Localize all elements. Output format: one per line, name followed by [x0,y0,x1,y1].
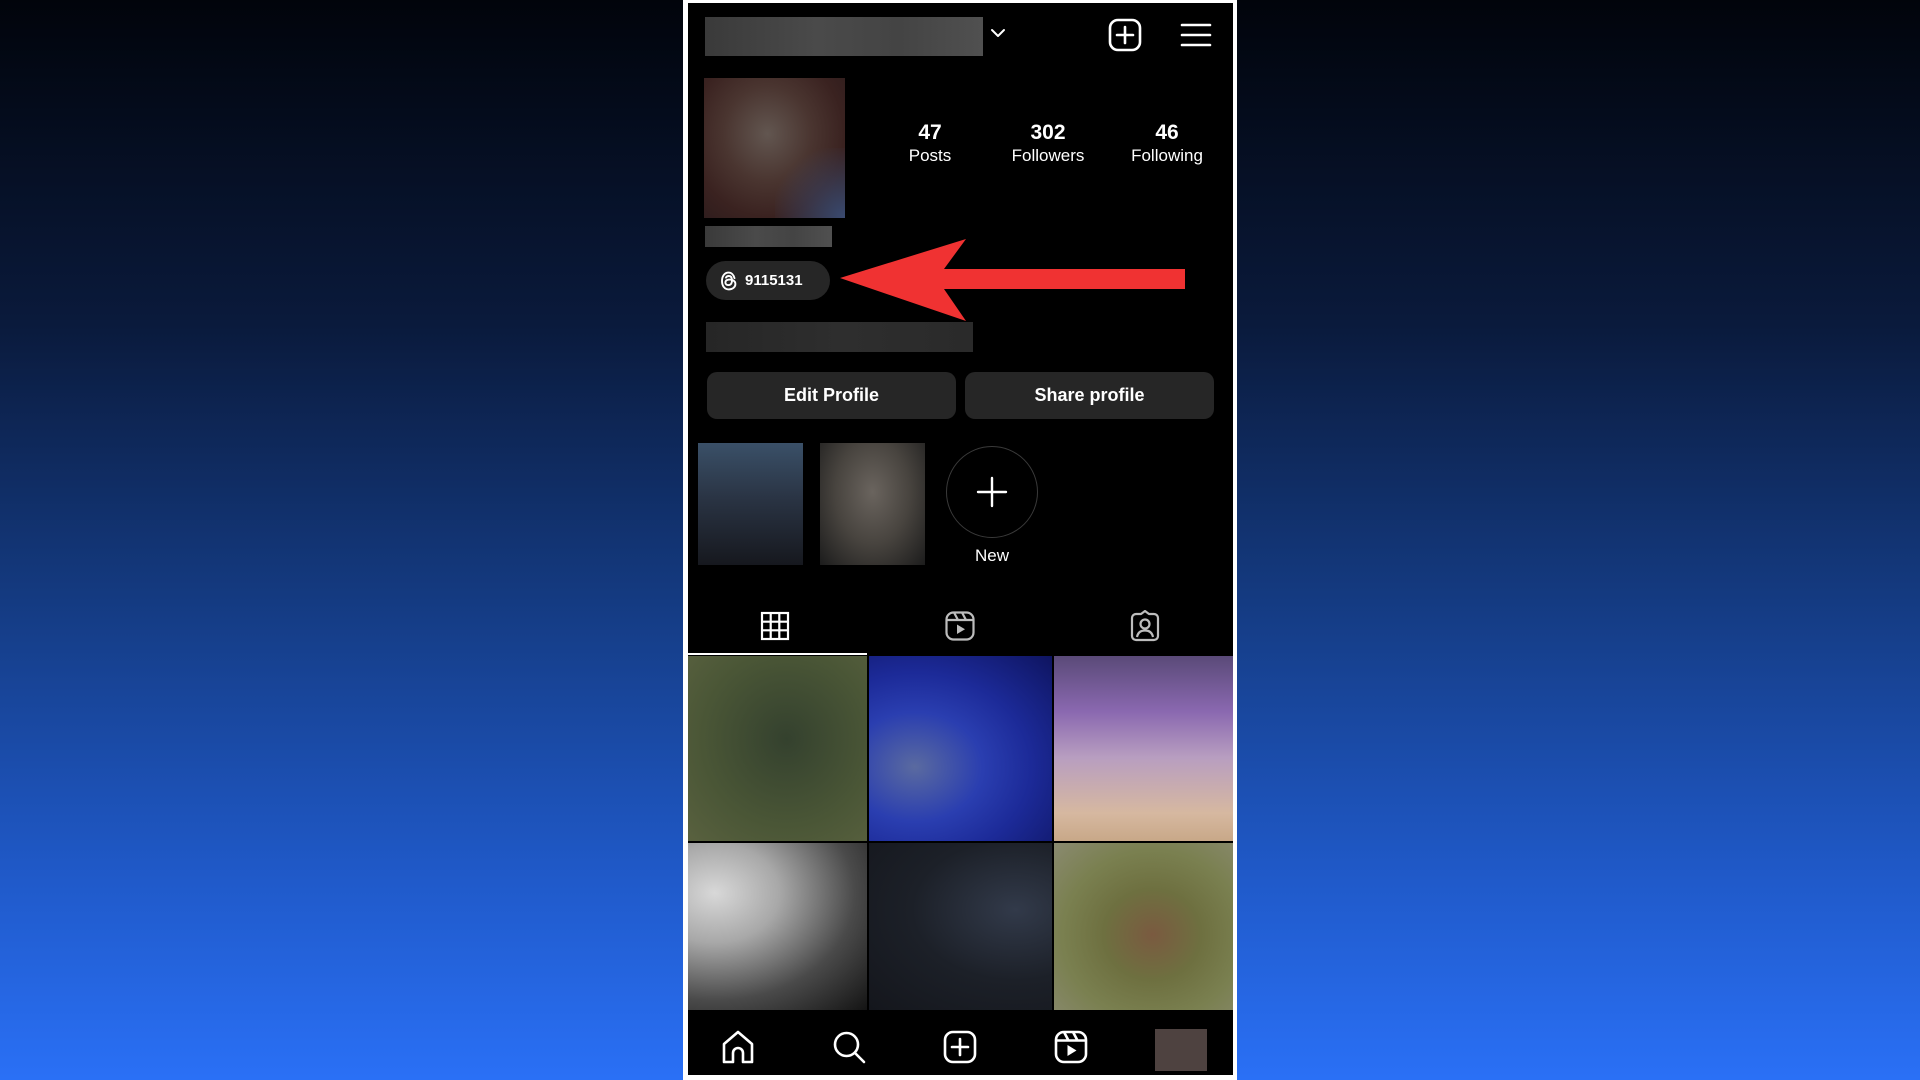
chevron-down-icon[interactable] [988,23,1008,43]
bottom-navigation [688,1010,1233,1075]
post-thumbnail[interactable] [688,656,867,841]
story-highlight[interactable] [698,443,803,565]
reels-icon [945,611,975,641]
plus-square-icon[interactable] [1107,17,1143,53]
arrow-shape [840,239,1185,321]
grid-icon [760,611,790,641]
annotation-arrow [840,239,1185,321]
stat-followers[interactable]: 302 Followers [993,121,1103,167]
plus-square-icon [943,1030,977,1064]
following-count: 46 [1155,121,1179,144]
post-thumbnail[interactable] [1054,843,1233,1010]
plus-icon [976,476,1008,508]
tab-tagged[interactable] [1105,604,1185,648]
threads-icon [721,271,737,290]
new-highlight-label: New [974,546,1009,565]
nav-reels[interactable] [1049,1025,1093,1069]
posts-label: Posts [908,146,952,165]
profile-avatar[interactable] [704,78,845,218]
post-thumbnail[interactable] [869,843,1052,1010]
following-label: Following [1131,146,1203,165]
posts-count: 47 [918,121,942,144]
nav-create[interactable] [938,1025,982,1069]
threads-number: 9115131 [745,272,803,289]
home-icon [722,1030,754,1064]
instagram-profile-screen: 47 Posts 302 Followers 46 Following 9115… [688,3,1233,1075]
hamburger-menu-icon[interactable] [1178,17,1214,53]
display-name-redacted [705,226,832,247]
followers-label: Followers [1011,146,1085,165]
nav-profile-avatar[interactable] [1155,1029,1207,1071]
reels-icon [1054,1030,1088,1064]
share-profile-button[interactable]: Share profile [965,372,1214,419]
tagged-user-icon [1130,610,1160,642]
post-thumbnail[interactable] [688,843,867,1010]
tab-posts[interactable] [735,604,815,648]
nav-search[interactable] [827,1025,871,1069]
followers-count: 302 [1030,121,1066,144]
bio-redacted [706,322,973,352]
story-highlight[interactable] [820,443,925,565]
new-highlight-button[interactable] [946,446,1038,538]
threads-badge[interactable]: 9115131 [706,261,830,300]
search-icon [833,1031,866,1064]
edit-profile-button[interactable]: Edit Profile [707,372,956,419]
stat-following[interactable]: 46 Following [1112,121,1222,167]
post-thumbnail[interactable] [869,656,1052,841]
post-thumbnail[interactable] [1054,656,1233,841]
active-tab-indicator [688,653,867,655]
username-redacted[interactable] [705,17,983,56]
stat-posts[interactable]: 47 Posts [875,121,985,167]
nav-home[interactable] [716,1025,760,1069]
tab-reels[interactable] [920,604,1000,648]
